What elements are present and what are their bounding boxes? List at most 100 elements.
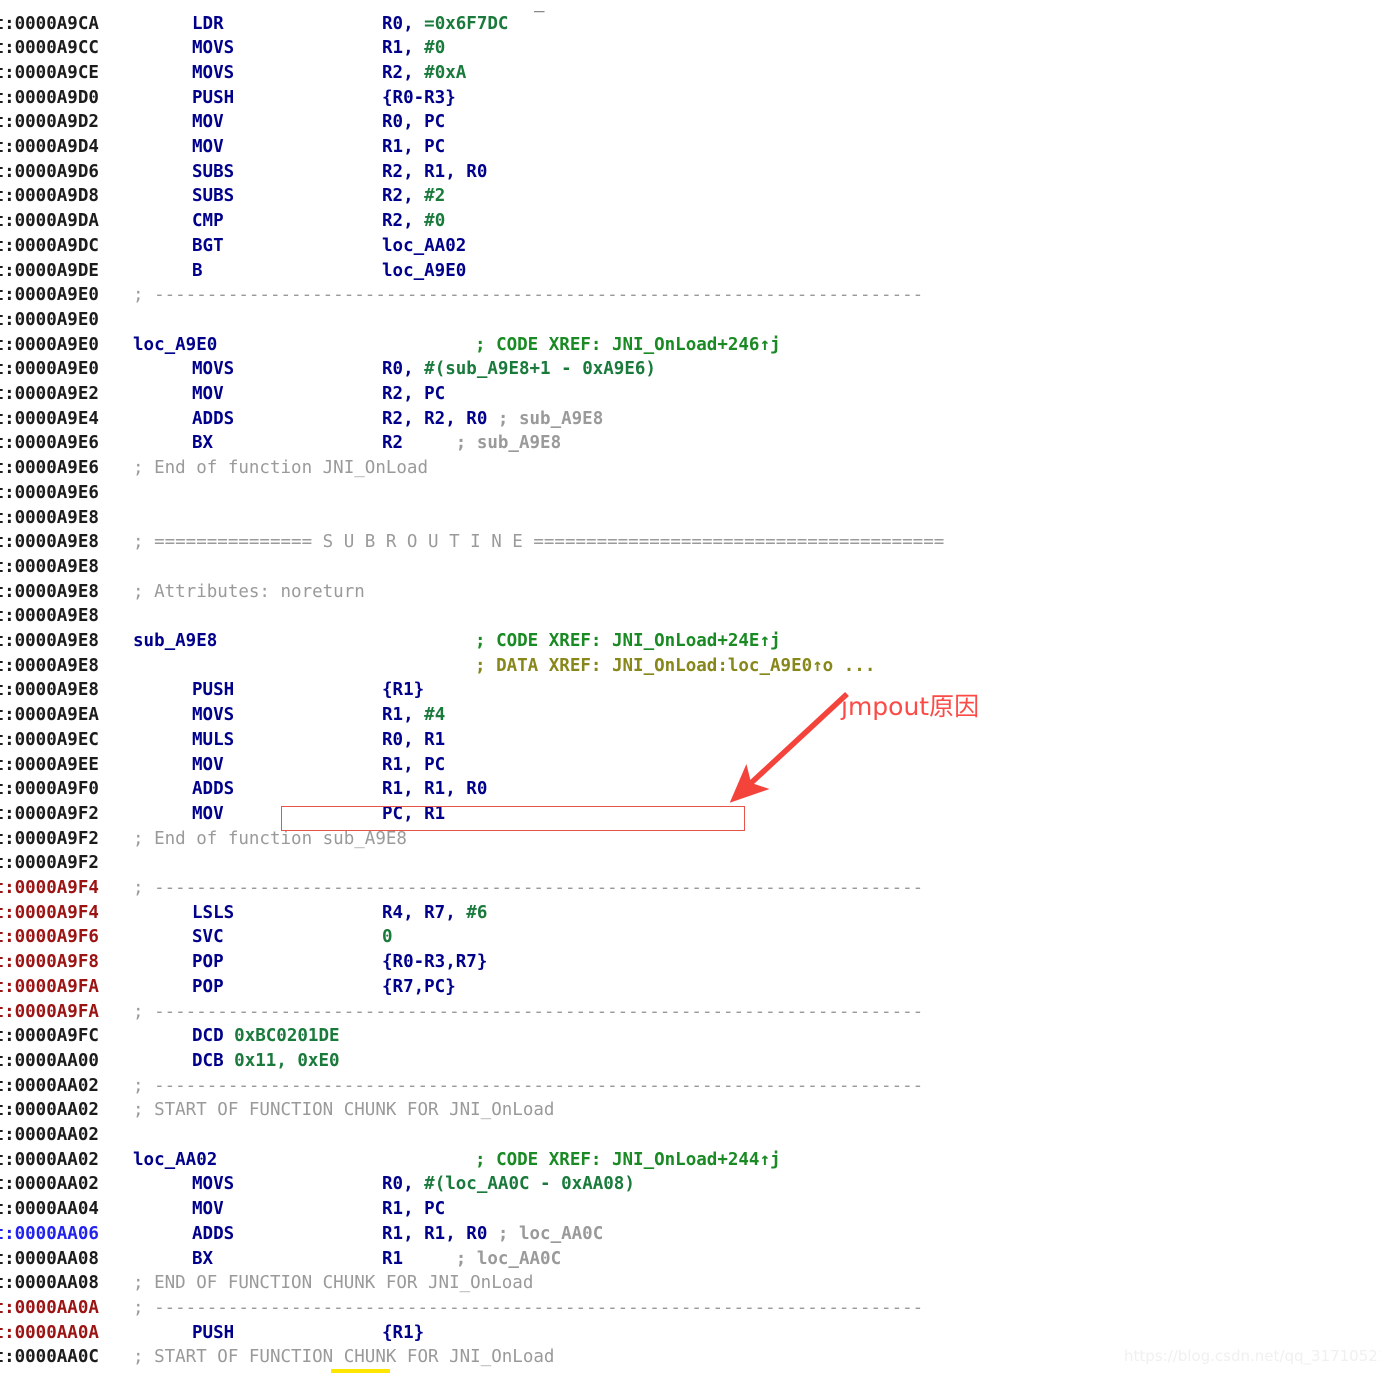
disassembly-line[interactable]: xt:0000A9FA POP {R7,PC}: [0, 975, 1380, 1000]
disassembly-line[interactable]: xt:0000A9F2: [0, 851, 1380, 876]
instruction-operands[interactable]: R1 ; loc_AA0C: [382, 1247, 561, 1272]
code-label[interactable]: sub_A9E8: [133, 629, 217, 654]
instruction-mnemonic[interactable]: LDR: [192, 12, 224, 37]
operand-value[interactable]: #0xA: [424, 63, 466, 83]
operand-value[interactable]: #0: [424, 211, 445, 231]
instruction-mnemonic[interactable]: MOVS: [192, 703, 234, 728]
disassembly-line[interactable]: xt:0000A9E6: [0, 481, 1380, 506]
operand-value[interactable]: #(sub_A9E8+1 - 0xA9E6): [424, 359, 656, 379]
disassembly-line[interactable]: xt:0000A9E8 ; =============== S U B R O U…: [0, 530, 1380, 555]
disassembly-listing[interactable]: xt:0000A9CA LDR R0, =0x6F7DC xt:0000A9CC MOV…: [0, 0, 1380, 1375]
code-label[interactable]: loc_AA02: [133, 1148, 217, 1173]
disassembly-line[interactable]: xt:0000A9F2 ; End of function sub_A9E8: [0, 827, 1380, 852]
instruction-operands[interactable]: {R1}: [382, 1321, 424, 1346]
instruction-operands[interactable]: R4, R7, #6: [382, 901, 487, 926]
disassembly-line[interactable]: xt:0000A9E0: [0, 308, 1380, 333]
instruction-mnemonic[interactable]: ADDS: [192, 1222, 234, 1247]
instruction-operands[interactable]: loc_AA02: [382, 234, 466, 259]
instruction-operands[interactable]: 0: [382, 925, 393, 950]
instruction-operands[interactable]: R2, #0xA: [382, 61, 466, 86]
disassembly-line[interactable]: xt:0000A9CA LDR R0, =0x6F7DC: [0, 12, 1380, 37]
instruction-operands[interactable]: {R1}: [382, 678, 424, 703]
instruction-mnemonic[interactable]: BX: [192, 431, 213, 456]
instruction-operands[interactable]: R2, R2, R0 ; sub_A9E8: [382, 407, 603, 432]
disassembly-line[interactable]: xt:0000A9E0 ; ---------------------------…: [0, 283, 1380, 308]
instruction-mnemonic[interactable]: MOV: [192, 382, 224, 407]
disassembly-line[interactable]: xt:0000AA06 ADDS R1, R1, R0 ; loc_AA0C: [0, 1222, 1380, 1247]
disassembly-line[interactable]: xt:0000A9F2 MOV PC, R1: [0, 802, 1380, 827]
instruction-operands[interactable]: PC, R1: [382, 802, 445, 827]
data-value[interactable]: 0xBC0201DE: [234, 1026, 339, 1046]
instruction-mnemonic[interactable]: MOVS: [192, 1172, 234, 1197]
disassembly-line[interactable]: xt:0000AA08 ; END OF FUNCTION CHUNK FOR J…: [0, 1271, 1380, 1296]
disassembly-line[interactable]: xt:0000A9CE MOVS R2, #0xA: [0, 61, 1380, 86]
disassembly-line[interactable]: xt:0000A9E8 sub_A9E8 ; CODE XREF: JNI_OnLo…: [0, 629, 1380, 654]
instruction-mnemonic[interactable]: PUSH: [192, 86, 234, 111]
instruction-operands[interactable]: R1, R1, R0 ; loc_AA0C: [382, 1222, 603, 1247]
operand-value[interactable]: #(loc_AA0C - 0xAA08): [424, 1174, 635, 1194]
instruction-operands[interactable]: R1, PC: [382, 1197, 445, 1222]
instruction-mnemonic[interactable]: MOVS: [192, 61, 234, 86]
disassembly-line[interactable]: xt:0000A9FC DCD 0xBC0201DE: [0, 1024, 1380, 1049]
code-label[interactable]: loc_A9E0: [133, 333, 217, 358]
disassembly-line[interactable]: xt:0000A9F0 ADDS R1, R1, R0: [0, 777, 1380, 802]
disassembly-line[interactable]: xt:0000A9E6 ; End of function JNI_OnLoad: [0, 456, 1380, 481]
data-value[interactable]: 0x11, 0xE0: [234, 1051, 339, 1071]
disassembly-line[interactable]: xt:0000A9E8 PUSH {R1}: [0, 678, 1380, 703]
disassembly-line[interactable]: xt:0000A9D0 PUSH {R0-R3}: [0, 86, 1380, 111]
instruction-operands[interactable]: R0, R1: [382, 728, 445, 753]
disassembly-line[interactable]: xt:0000A9CC MOVS R1, #0: [0, 36, 1380, 61]
disassembly-line[interactable]: xt:0000A9D8 SUBS R2, #2: [0, 184, 1380, 209]
disassembly-line[interactable]: xt:0000AA02 ; START OF FUNCTION CHUNK FOR…: [0, 1098, 1380, 1123]
disassembly-line[interactable]: xt:0000AA00 DCB 0x11, 0xE0: [0, 1049, 1380, 1074]
disassembly-line[interactable]: xt:0000A9DA CMP R2, #0: [0, 209, 1380, 234]
xref-comment[interactable]: ; CODE XREF: JNI_OnLoad+24E↑j: [475, 629, 781, 654]
operand-value[interactable]: #2: [424, 186, 445, 206]
instruction-mnemonic[interactable]: MOV: [192, 110, 224, 135]
disassembly-line[interactable]: xt:0000A9EA MOVS R1, #4: [0, 703, 1380, 728]
instruction-mnemonic[interactable]: LSLS: [192, 901, 234, 926]
disassembly-line[interactable]: xt:0000A9E8 ; DATA XREF: JNI_OnLoad:loc_A…: [0, 654, 1380, 679]
disassembly-line[interactable]: xt:0000A9FA ; ---------------------------…: [0, 1000, 1380, 1025]
disassembly-line[interactable]: xt:0000A9D2 MOV R0, PC: [0, 110, 1380, 135]
instruction-mnemonic[interactable]: BX: [192, 1247, 213, 1272]
xref-comment[interactable]: ; CODE XREF: JNI_OnLoad+244↑j: [475, 1148, 781, 1173]
disassembly-line[interactable]: xt:0000AA0A ; ---------------------------…: [0, 1296, 1380, 1321]
xref-comment[interactable]: ; CODE XREF: JNI_OnLoad+246↑j: [475, 333, 781, 358]
disassembly-line[interactable]: xt:0000A9E6 BX R2 ; sub_A9E8: [0, 431, 1380, 456]
instruction-mnemonic[interactable]: MOVS: [192, 36, 234, 61]
disassembly-line[interactable]: xt:0000AA08 BX R1 ; loc_AA0C: [0, 1247, 1380, 1272]
instruction-operands[interactable]: {R7,PC}: [382, 975, 456, 1000]
disassembly-line[interactable]: xt:0000AA0A PUSH {R1}: [0, 1321, 1380, 1346]
instruction-mnemonic[interactable]: MOV: [192, 135, 224, 160]
instruction-mnemonic[interactable]: ADDS: [192, 407, 234, 432]
disassembly-line[interactable]: xt:0000A9E8: [0, 555, 1380, 580]
instruction-mnemonic[interactable]: PUSH: [192, 678, 234, 703]
instruction-operands[interactable]: R1, R1, R0: [382, 777, 487, 802]
disassembly-line[interactable]: xt:0000A9E4 ADDS R2, R2, R0 ; sub_A9E8: [0, 407, 1380, 432]
xref-comment[interactable]: ; DATA XREF: JNI_OnLoad:loc_A9E0↑o ...: [475, 654, 875, 679]
disassembly-line[interactable]: xt:0000A9DE Bloc_A9E0: [0, 259, 1380, 284]
operand-value[interactable]: #6: [466, 903, 487, 923]
disassembly-line[interactable]: xt:0000AA02 loc_AA02 ; CODE XREF: JNI_OnLo…: [0, 1148, 1380, 1173]
disassembly-line[interactable]: xt:0000A9E2 MOV R2, PC: [0, 382, 1380, 407]
disassembly-line[interactable]: xt:0000A9D4 MOV R1, PC: [0, 135, 1380, 160]
operand-value[interactable]: =0x6F7DC: [424, 14, 508, 34]
instruction-operands[interactable]: R2 ; sub_A9E8: [382, 431, 561, 456]
disassembly-line[interactable]: xt:0000A9F4 ; ---------------------------…: [0, 876, 1380, 901]
instruction-operands[interactable]: R0, PC: [382, 110, 445, 135]
instruction-mnemonic[interactable]: MOV: [192, 753, 224, 778]
instruction-mnemonic[interactable]: SUBS: [192, 184, 234, 209]
instruction-operands[interactable]: R2, R1, R0: [382, 160, 487, 185]
instruction-operands[interactable]: R1, PC: [382, 753, 445, 778]
instruction-operands[interactable]: R2, #2: [382, 184, 445, 209]
disassembly-line[interactable]: xt:0000AA02: [0, 1123, 1380, 1148]
instruction-operands[interactable]: R1, #4: [382, 703, 445, 728]
disassembly-line[interactable]: xt:0000AA04 MOV R1, PC: [0, 1197, 1380, 1222]
disassembly-line[interactable]: xt:0000A9EC MULS R0, R1: [0, 728, 1380, 753]
disassembly-line[interactable]: xt:0000A9D6 SUBS R2, R1, R0: [0, 160, 1380, 185]
instruction-mnemonic[interactable]: POP: [192, 950, 224, 975]
operand-value[interactable]: 0: [382, 927, 393, 947]
instruction-mnemonic[interactable]: MOV: [192, 802, 224, 827]
disassembly-line[interactable]: xt:0000A9EE MOV R1, PC: [0, 753, 1380, 778]
